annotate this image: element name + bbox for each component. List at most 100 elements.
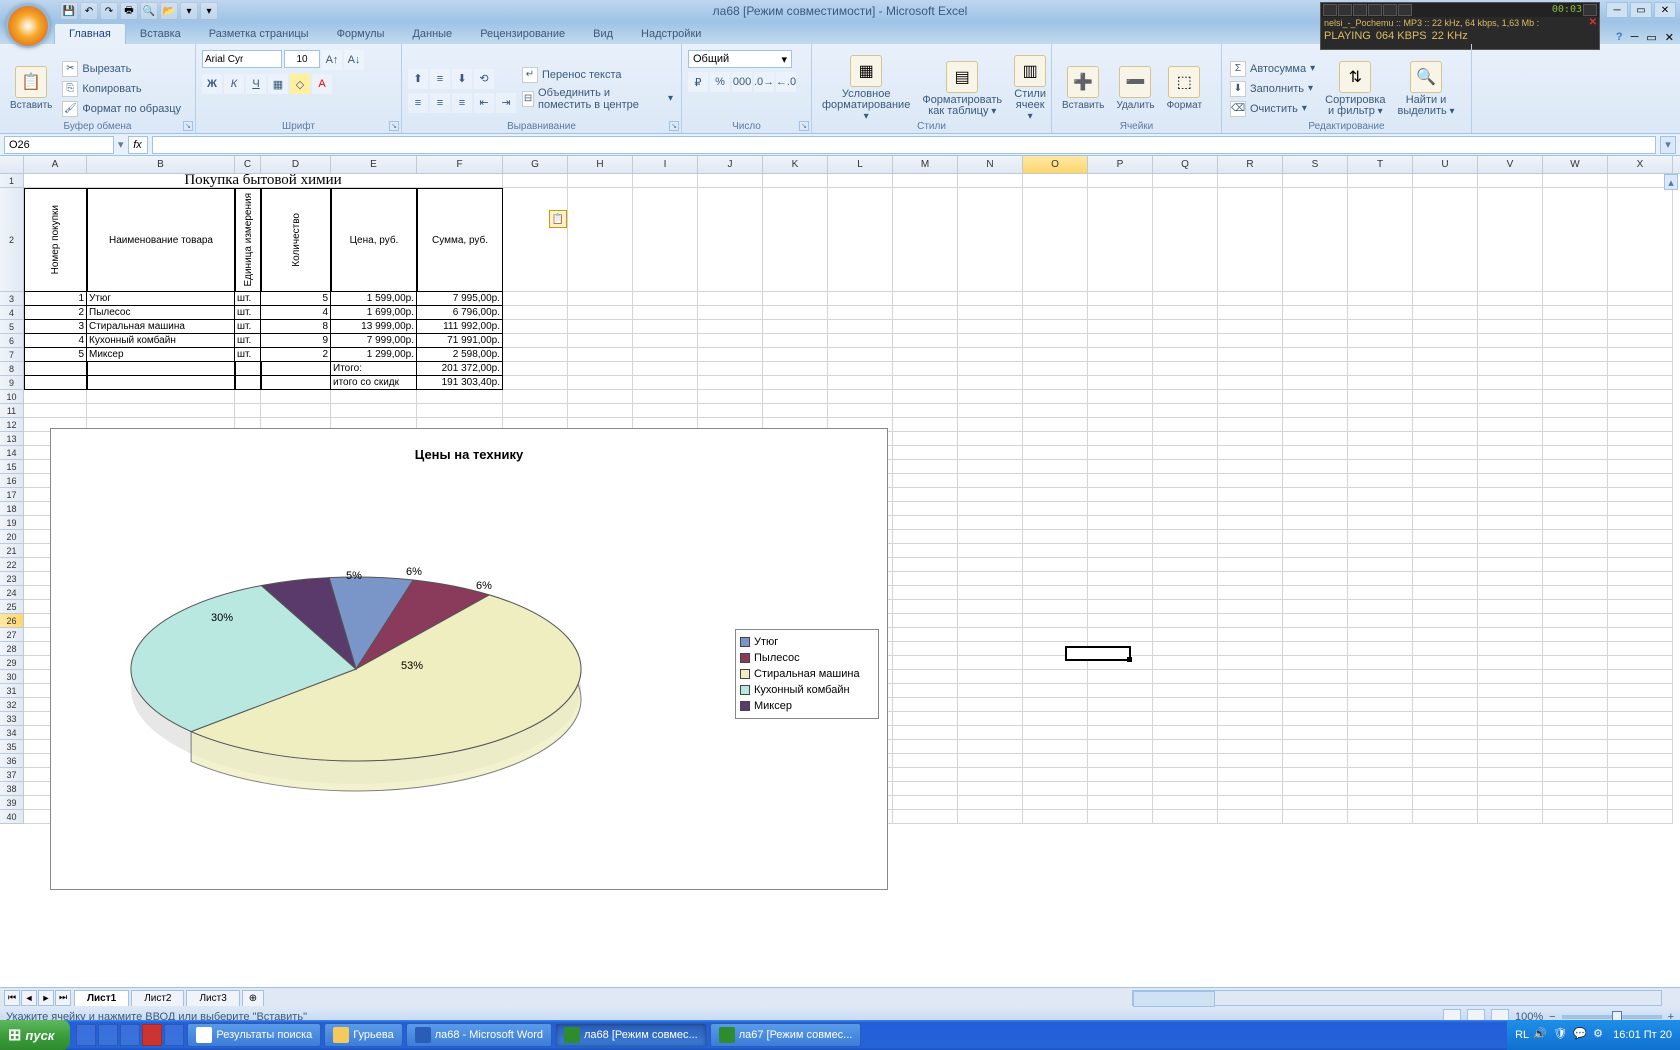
cell-W22[interactable] (1543, 558, 1608, 572)
cell-K10[interactable] (763, 390, 828, 404)
cell-X14[interactable] (1608, 446, 1673, 460)
cell-T35[interactable] (1348, 740, 1413, 754)
cell-O13[interactable] (1023, 432, 1088, 446)
font-launcher[interactable]: ↘ (389, 121, 399, 131)
cell-S11[interactable] (1283, 404, 1348, 418)
cell-X17[interactable] (1608, 488, 1673, 502)
cell-M37[interactable] (893, 768, 958, 782)
cell-Q16[interactable] (1153, 474, 1218, 488)
taskbar-btn-excel67[interactable]: ла67 [Режим совмес... (710, 1023, 862, 1047)
cell-P10[interactable] (1088, 390, 1153, 404)
cell-X30[interactable] (1608, 670, 1673, 684)
cell-K5[interactable] (763, 320, 828, 334)
cell-S21[interactable] (1283, 544, 1348, 558)
media-next-icon[interactable] (1383, 4, 1397, 16)
align-center-icon[interactable]: ≡ (430, 93, 450, 113)
cell-R17[interactable] (1218, 488, 1283, 502)
cell-O16[interactable] (1023, 474, 1088, 488)
media-stop-icon[interactable] (1368, 4, 1382, 16)
cell-I9[interactable] (633, 376, 698, 390)
cell-U6[interactable] (1413, 334, 1478, 348)
cell-N38[interactable] (958, 782, 1023, 796)
cell-D2[interactable]: Количество (261, 188, 331, 292)
col-header-O[interactable]: O (1023, 156, 1088, 173)
cell-T28[interactable] (1348, 642, 1413, 656)
cell-S14[interactable] (1283, 446, 1348, 460)
cell-H6[interactable] (568, 334, 633, 348)
cell-Q20[interactable] (1153, 530, 1218, 544)
cell-O36[interactable] (1023, 754, 1088, 768)
row-header-37[interactable]: 37 (0, 768, 24, 782)
cell-T19[interactable] (1348, 516, 1413, 530)
cell-S17[interactable] (1283, 488, 1348, 502)
cell-S31[interactable] (1283, 684, 1348, 698)
cell-X37[interactable] (1608, 768, 1673, 782)
cell-A6[interactable]: 4 (24, 334, 87, 348)
cell-N22[interactable] (958, 558, 1023, 572)
cell-T8[interactable] (1348, 362, 1413, 376)
cell-T13[interactable] (1348, 432, 1413, 446)
qat-print-icon[interactable]: 🖶 (120, 2, 138, 20)
indent-inc-icon[interactable]: ⇥ (496, 93, 516, 113)
cell-O3[interactable] (1023, 292, 1088, 306)
cell-N32[interactable] (958, 698, 1023, 712)
cell-X10[interactable] (1608, 390, 1673, 404)
taskbar-btn-search[interactable]: Результаты поиска (187, 1023, 321, 1047)
cell-C5[interactable]: шт. (235, 320, 261, 334)
row-header-27[interactable]: 27 (0, 628, 24, 642)
cell-X19[interactable] (1608, 516, 1673, 530)
cell-U18[interactable] (1413, 502, 1478, 516)
align-launcher[interactable]: ↘ (669, 121, 679, 131)
cell-R7[interactable] (1218, 348, 1283, 362)
cell-N16[interactable] (958, 474, 1023, 488)
cell-W28[interactable] (1543, 642, 1608, 656)
taskbar-btn-folder[interactable]: Гурьева (324, 1023, 402, 1047)
cell-M28[interactable] (893, 642, 958, 656)
cell-T22[interactable] (1348, 558, 1413, 572)
cell-R19[interactable] (1218, 516, 1283, 530)
cell-R35[interactable] (1218, 740, 1283, 754)
cell-S36[interactable] (1283, 754, 1348, 768)
cell-X3[interactable] (1608, 292, 1673, 306)
cell-L4[interactable] (828, 306, 893, 320)
cell-O29[interactable] (1023, 656, 1088, 670)
cell-F4[interactable]: 6 796,00р. (417, 306, 503, 320)
find-select-button[interactable]: 🔍Найти ивыделить ▾ (1394, 46, 1459, 131)
cell-Q22[interactable] (1153, 558, 1218, 572)
cell-P3[interactable] (1088, 292, 1153, 306)
cell-P25[interactable] (1088, 600, 1153, 614)
cell-K9[interactable] (763, 376, 828, 390)
cell-C4[interactable]: шт. (235, 306, 261, 320)
cell-G8[interactable] (503, 362, 568, 376)
cell-X12[interactable] (1608, 418, 1673, 432)
col-header-S[interactable]: S (1283, 156, 1348, 173)
cell-R12[interactable] (1218, 418, 1283, 432)
border-button[interactable]: ▦ (268, 74, 288, 94)
cell-T18[interactable] (1348, 502, 1413, 516)
cell-M21[interactable] (893, 544, 958, 558)
cell-J7[interactable] (698, 348, 763, 362)
cell-P6[interactable] (1088, 334, 1153, 348)
cell-S9[interactable] (1283, 376, 1348, 390)
cell-E5[interactable]: 13 999,00р. (331, 320, 417, 334)
cell-O38[interactable] (1023, 782, 1088, 796)
cell-J2[interactable] (698, 188, 763, 292)
cell-T14[interactable] (1348, 446, 1413, 460)
cell-P32[interactable] (1088, 698, 1153, 712)
cell-R37[interactable] (1218, 768, 1283, 782)
col-header-H[interactable]: H (568, 156, 633, 173)
row-header-29[interactable]: 29 (0, 656, 24, 670)
cell-N30[interactable] (958, 670, 1023, 684)
cell-W12[interactable] (1543, 418, 1608, 432)
cell-N18[interactable] (958, 502, 1023, 516)
cell-R21[interactable] (1218, 544, 1283, 558)
cell-T12[interactable] (1348, 418, 1413, 432)
sheet-nav-last[interactable]: ⏭ (55, 990, 71, 1006)
cell-A5[interactable]: 3 (24, 320, 87, 334)
help-icon[interactable]: ? (1616, 31, 1623, 44)
cell-W37[interactable] (1543, 768, 1608, 782)
indent-dec-icon[interactable]: ⇤ (474, 93, 494, 113)
row-header-22[interactable]: 22 (0, 558, 24, 572)
media-pause-icon[interactable] (1353, 4, 1367, 16)
sheet-tab-1[interactable]: Лист1 (74, 990, 129, 1006)
